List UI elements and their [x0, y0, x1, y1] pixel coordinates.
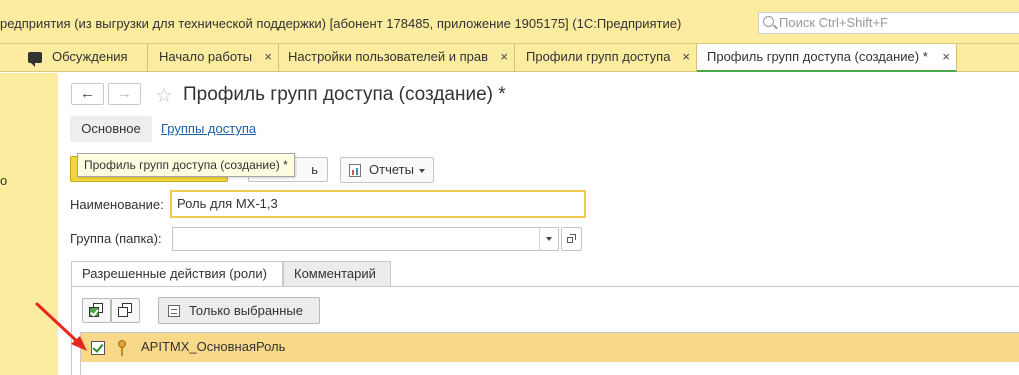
only-selected-button[interactable]: Только выбранные — [158, 297, 320, 324]
forward-button[interactable]: → — [108, 83, 141, 105]
window-title: редприятия (из выгрузки для технической … — [0, 16, 682, 31]
discussions-icon — [28, 52, 42, 67]
group-open-button[interactable] — [561, 227, 582, 251]
uncheck-all-button[interactable] — [111, 298, 140, 323]
unchecked-checkbox-icon — [118, 307, 128, 317]
tab-label: Начало работы — [159, 49, 253, 64]
reports-button[interactable]: Отчеты — [340, 157, 434, 183]
report-icon — [349, 164, 361, 177]
favorite-star-icon[interactable]: ☆ — [155, 83, 173, 108]
tab-comment[interactable]: Комментарий — [283, 261, 391, 287]
reports-label: Отчеты — [369, 162, 414, 177]
close-tab-icon[interactable]: × — [500, 44, 508, 70]
name-label: Наименование: — [70, 197, 164, 212]
annotation-arrow-icon — [35, 302, 87, 351]
chevron-down-icon — [419, 169, 425, 173]
role-name: APITMX_ОсновнаяРоль — [141, 339, 286, 354]
close-tab-icon[interactable]: × — [942, 44, 950, 70]
global-search-input[interactable]: Поиск Ctrl+Shift+F — [758, 12, 1019, 34]
tab-discussions[interactable]: Обсуждения — [0, 44, 148, 72]
sections-panel-marker: о — [0, 173, 8, 188]
tab-access-group-profiles[interactable]: Профили групп доступа × — [515, 44, 697, 72]
key-icon — [118, 340, 126, 356]
open-icon-part — [570, 234, 576, 240]
tab-label: Профиль групп доступа (создание) * — [707, 49, 928, 64]
tab-access-group-profile-create[interactable]: Профиль групп доступа (создание) * × — [697, 44, 957, 72]
close-tab-icon[interactable]: × — [264, 44, 272, 70]
section-access-groups[interactable]: Группы доступа — [161, 116, 256, 142]
group-dropdown-button[interactable] — [539, 228, 558, 250]
tooltip: Профиль групп доступа (создание) * — [77, 153, 295, 177]
role-checkbox[interactable] — [91, 341, 105, 355]
list-icon — [168, 305, 180, 317]
window-title-bar: редприятия (из выгрузки для технической … — [0, 0, 1019, 44]
open-windows-tab-bar: Обсуждения Начало работы × Настройки пол… — [0, 44, 1019, 72]
tab-label: Профили групп доступа — [526, 49, 671, 64]
search-icon — [763, 16, 774, 27]
section-main[interactable]: Основное — [70, 116, 152, 142]
tab-user-settings[interactable]: Настройки пользователей и прав × — [279, 44, 515, 72]
close-tab-icon[interactable]: × — [682, 44, 690, 70]
back-button[interactable]: ← — [71, 83, 104, 105]
group-field[interactable] — [172, 227, 559, 251]
search-placeholder: Поиск Ctrl+Shift+F — [779, 15, 888, 30]
name-field[interactable]: Роль для МХ-1,3 — [170, 190, 586, 218]
tab-label: Обсуждения — [52, 49, 128, 64]
tab-allowed-actions[interactable]: Разрешенные действия (роли) — [71, 261, 283, 287]
only-selected-label: Только выбранные — [189, 303, 303, 318]
group-label: Группа (папка): — [70, 231, 162, 246]
tab-label: Настройки пользователей и прав — [288, 49, 489, 64]
tab-getting-started[interactable]: Начало работы × — [148, 44, 279, 72]
form-title: Профиль групп доступа (создание) * — [183, 84, 506, 105]
